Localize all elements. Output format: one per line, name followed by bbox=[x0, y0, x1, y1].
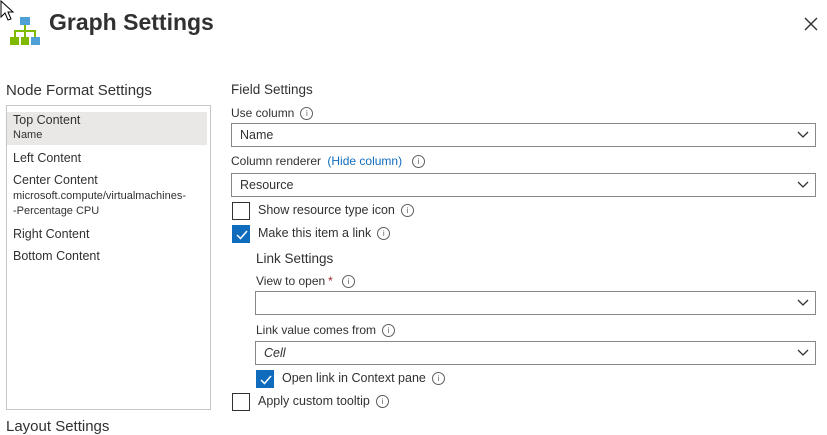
link-value-value: Cell bbox=[264, 346, 286, 360]
node-item-label: Center Content bbox=[13, 173, 98, 187]
node-item-label: Top Content bbox=[13, 113, 81, 127]
hide-column-link[interactable]: (Hide column) bbox=[327, 154, 402, 168]
column-renderer-label: Column renderer (Hide column) i bbox=[231, 154, 426, 169]
field-settings-heading: Field Settings bbox=[231, 82, 313, 97]
open-context-pane-text: Open link in Context pane bbox=[282, 371, 426, 385]
show-resource-icon-checkbox[interactable] bbox=[232, 202, 250, 220]
view-to-open-label: View to open * i bbox=[256, 274, 355, 289]
page-title: Graph Settings bbox=[49, 9, 214, 35]
graph-hierarchy-icon bbox=[10, 17, 40, 45]
use-column-dropdown[interactable]: Name bbox=[231, 123, 816, 147]
custom-tooltip-text: Apply custom tooltip bbox=[258, 394, 370, 408]
node-item-label: Right Content bbox=[13, 227, 90, 241]
info-icon[interactable]: i bbox=[341, 275, 355, 289]
info-icon[interactable]: i bbox=[375, 395, 389, 409]
info-icon[interactable]: i bbox=[377, 227, 391, 241]
node-item-top-content[interactable]: Top Content Name bbox=[7, 112, 207, 145]
node-item-label: Left Content bbox=[13, 151, 82, 165]
chevron-down-icon bbox=[797, 349, 809, 356]
checkmark-icon bbox=[260, 375, 272, 385]
open-context-pane-checkbox[interactable] bbox=[256, 370, 274, 388]
column-renderer-dropdown[interactable]: Resource bbox=[231, 173, 816, 197]
link-value-dropdown[interactable]: Cell bbox=[255, 341, 816, 365]
node-item-right-content[interactable]: Right Content bbox=[7, 227, 210, 242]
use-column-value: Name bbox=[240, 128, 274, 142]
layout-settings-heading: Layout Settings bbox=[6, 418, 110, 435]
view-to-open-text: View to open bbox=[256, 274, 326, 288]
info-icon[interactable]: i bbox=[382, 324, 396, 338]
open-context-pane-label: Open link in Context pane i bbox=[282, 371, 445, 386]
link-value-text: Link value comes from bbox=[256, 323, 377, 337]
node-item-center-content[interactable]: Center Content microsoft.compute/virtual… bbox=[7, 173, 210, 219]
node-item-label: Bottom Content bbox=[13, 249, 100, 263]
chevron-down-icon bbox=[797, 299, 809, 306]
column-renderer-value: Resource bbox=[240, 178, 294, 192]
info-icon[interactable]: i bbox=[431, 372, 445, 386]
node-item-sub: -Percentage CPU bbox=[13, 205, 100, 217]
node-item-bottom-content[interactable]: Bottom Content bbox=[7, 249, 210, 264]
show-resource-icon-text: Show resource type icon bbox=[258, 203, 395, 217]
use-column-label-text: Use column bbox=[231, 106, 295, 120]
use-column-label: Use column i bbox=[231, 106, 314, 121]
view-to-open-dropdown[interactable] bbox=[255, 291, 816, 315]
node-format-heading: Node Format Settings bbox=[6, 82, 152, 99]
link-value-label: Link value comes from i bbox=[256, 323, 396, 338]
node-item-left-content[interactable]: Left Content bbox=[7, 151, 210, 166]
required-marker: * bbox=[328, 274, 333, 288]
make-link-label: Make this item a link i bbox=[258, 226, 391, 241]
make-link-checkbox[interactable] bbox=[232, 225, 250, 243]
chevron-down-icon bbox=[797, 181, 809, 188]
info-icon[interactable]: i bbox=[400, 204, 414, 218]
close-icon[interactable] bbox=[800, 13, 822, 35]
custom-tooltip-label: Apply custom tooltip i bbox=[258, 394, 389, 409]
node-format-list: Top Content Name Left Content Center Con… bbox=[6, 105, 211, 410]
node-item-sub: microsoft.compute/virtualmachines- bbox=[13, 190, 187, 202]
info-icon[interactable]: i bbox=[300, 107, 314, 121]
link-settings-heading: Link Settings bbox=[256, 251, 334, 266]
column-renderer-label-text: Column renderer bbox=[231, 154, 322, 168]
checkmark-icon bbox=[236, 230, 248, 240]
custom-tooltip-checkbox[interactable] bbox=[232, 393, 250, 411]
show-resource-icon-label: Show resource type icon i bbox=[258, 203, 414, 218]
make-link-text: Make this item a link bbox=[258, 226, 372, 240]
info-icon[interactable]: i bbox=[412, 155, 426, 169]
node-item-sub: Name bbox=[13, 129, 43, 141]
chevron-down-icon bbox=[797, 131, 809, 138]
